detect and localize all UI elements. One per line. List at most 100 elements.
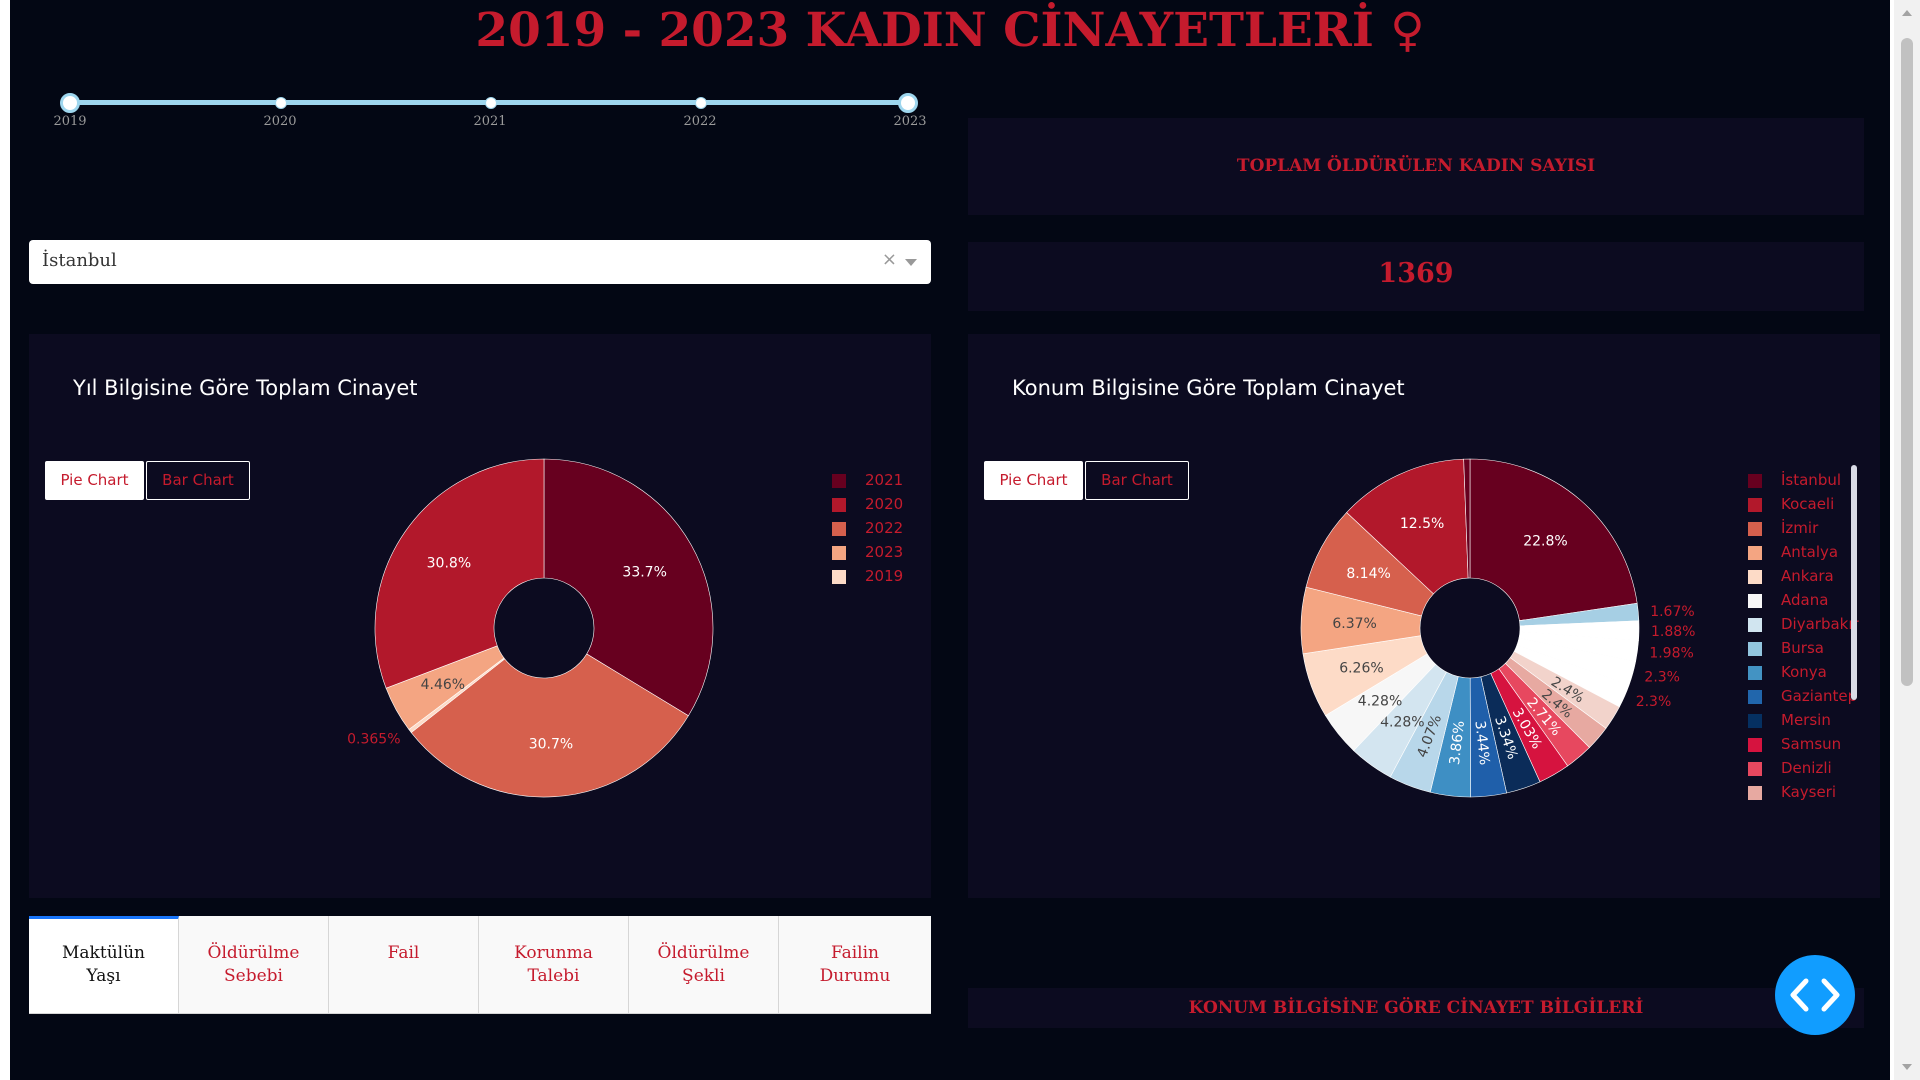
total-killed-value-card: 1369 bbox=[968, 242, 1864, 311]
slider-mark-2022[interactable]: 2022 bbox=[683, 114, 716, 129]
pie-value-label: 6.26% bbox=[1339, 660, 1383, 676]
legend-swatch bbox=[1748, 498, 1762, 512]
legend-swatch bbox=[832, 498, 846, 512]
legend-label: Konya bbox=[1781, 663, 1827, 681]
legend-swatch bbox=[1748, 594, 1762, 608]
legend-swatch bbox=[1748, 714, 1762, 728]
year-range-slider[interactable]: 2019 2020 2021 2022 2023 bbox=[53, 92, 927, 132]
tab-label-line: Fail bbox=[387, 943, 420, 963]
legend-swatch bbox=[1748, 474, 1762, 488]
legend-label: İzmir bbox=[1781, 519, 1819, 537]
legend-swatch bbox=[1748, 570, 1762, 584]
total-killed-value: 1369 bbox=[1378, 258, 1454, 289]
pie-value-label: 1.98% bbox=[1649, 646, 1693, 662]
legend-label: Kocaeli bbox=[1781, 495, 1835, 513]
slider-handle-end[interactable] bbox=[898, 93, 918, 113]
tab-perpetrator-status[interactable]: Failin Durumu bbox=[779, 916, 931, 1014]
legend-swatch bbox=[832, 546, 846, 560]
legend-label: Mersin bbox=[1781, 711, 1831, 729]
tab-label-line: Öldürülme bbox=[207, 943, 300, 963]
detail-tabs: Maktülün Yaşı Öldürülme Sebebi Fail Koru… bbox=[29, 916, 931, 1014]
legend-label: Samsun bbox=[1781, 735, 1842, 753]
tab-kill-reason[interactable]: Öldürülme Sebebi bbox=[179, 916, 329, 1014]
tab-victim-age[interactable]: Maktülün Yaşı bbox=[29, 916, 179, 1014]
tab-label-line: Talebi bbox=[527, 966, 580, 986]
tab-label-line: Yaşı bbox=[86, 966, 121, 986]
tab-label-line: Korunma bbox=[514, 943, 593, 963]
legend-swatch bbox=[1748, 642, 1762, 656]
chevron-down-icon[interactable] bbox=[905, 259, 917, 266]
page-scrollbar[interactable] bbox=[1894, 0, 1920, 1080]
city-dropdown-value[interactable]: İstanbul bbox=[42, 250, 117, 271]
legend-swatch bbox=[1748, 690, 1762, 704]
legend-swatch bbox=[1748, 762, 1762, 776]
slider-dot-2022[interactable] bbox=[695, 97, 707, 109]
code-toggle-button[interactable] bbox=[1775, 955, 1855, 1035]
location-chart-panel: Konum Bilgisine Göre Toplam Cinayet Pie … bbox=[968, 334, 1880, 898]
legend-swatch bbox=[1748, 546, 1762, 560]
legend-swatch bbox=[832, 522, 846, 536]
tab-label-line: Durumu bbox=[819, 966, 891, 986]
slider-mark-2019[interactable]: 2019 bbox=[53, 114, 86, 129]
slider-mark-2023[interactable]: 2023 bbox=[893, 114, 926, 129]
tab-label-line: Failin bbox=[830, 943, 880, 963]
legend-swatch bbox=[1748, 618, 1762, 632]
tab-label-line: Öldürülme bbox=[657, 943, 750, 963]
tab-kill-method[interactable]: Öldürülme Şekli bbox=[629, 916, 779, 1014]
pie-value-label: 12.5% bbox=[1400, 516, 1444, 532]
year-chart-panel: Yıl Bilgisine Göre Toplam Cinayet Pie Ch… bbox=[29, 334, 931, 898]
clear-icon[interactable]: × bbox=[882, 249, 897, 270]
slider-dot-2020[interactable] bbox=[275, 97, 287, 109]
legend-swatch bbox=[832, 474, 846, 488]
page-title: 2019 - 2023 KADIN CİNAYETLERİ ♀ bbox=[475, 3, 1425, 58]
tab-label-line: Maktülün bbox=[62, 943, 145, 963]
scroll-up-arrow-icon[interactable] bbox=[1902, 10, 1912, 16]
year-pie-chart[interactable]: 33.7% 30.7% 0.365% 4.46% 30.8% bbox=[29, 334, 931, 898]
total-killed-label: TOPLAM ÖLDÜRÜLEN KADIN SAYISI bbox=[1236, 156, 1596, 176]
legend-label: 2022 bbox=[865, 519, 904, 537]
location-pie-chart[interactable]: 22.8%1.67%1.88%1.98%2.3%2.3%2.4%2.4%2.71… bbox=[968, 334, 1880, 898]
legend-scrollbar[interactable] bbox=[1851, 465, 1857, 700]
tab-label-line: Sebebi bbox=[224, 966, 283, 986]
slider-dot-2021[interactable] bbox=[485, 97, 497, 109]
scroll-down-arrow-icon[interactable] bbox=[1902, 1064, 1912, 1070]
pie-slice-2020[interactable] bbox=[374, 458, 545, 689]
legend-label: Denizli bbox=[1781, 759, 1832, 777]
code-brackets-icon bbox=[1790, 978, 1840, 1012]
pie-value-label: 4.28% bbox=[1380, 715, 1424, 731]
city-dropdown[interactable]: İstanbul × bbox=[29, 240, 931, 284]
pie-value-label: 30.7% bbox=[529, 736, 573, 752]
scrollbar-thumb[interactable] bbox=[1901, 38, 1913, 686]
pie-value-label: 30.8% bbox=[427, 555, 471, 571]
location-details-header: KONUM BİLGİSİNE GÖRE CİNAYET BİLGİLERİ bbox=[968, 988, 1864, 1028]
legend-label: 2023 bbox=[865, 543, 904, 561]
legend-label: Antalya bbox=[1781, 543, 1839, 561]
legend-label: Kayseri bbox=[1781, 783, 1837, 801]
dashboard-app: 2019 - 2023 KADIN CİNAYETLERİ ♀ 2019 202… bbox=[10, 0, 1890, 1080]
pie-value-label: 8.14% bbox=[1346, 566, 1390, 582]
legend-label: 2021 bbox=[865, 471, 904, 489]
legend-swatch bbox=[832, 570, 846, 584]
legend-label: Bursa bbox=[1781, 639, 1824, 657]
pie-value-label: 22.8% bbox=[1523, 534, 1567, 550]
legend-swatch bbox=[1748, 522, 1762, 536]
legend-label: Gaziantep bbox=[1781, 687, 1858, 705]
legend-swatch bbox=[1748, 666, 1762, 680]
legend-label: Adana bbox=[1781, 591, 1829, 609]
slider-mark-2020[interactable]: 2020 bbox=[263, 114, 296, 129]
location-details-title: KONUM BİLGİSİNE GÖRE CİNAYET BİLGİLERİ bbox=[1188, 998, 1644, 1018]
pie-value-label: 6.37% bbox=[1332, 616, 1376, 632]
slider-handle-start[interactable] bbox=[60, 93, 80, 113]
tab-label-line: Şekli bbox=[682, 966, 725, 986]
slider-mark-2021[interactable]: 2021 bbox=[473, 114, 506, 129]
legend-label: Ankara bbox=[1781, 567, 1834, 585]
legend-label: Diyarbakır bbox=[1781, 615, 1859, 633]
pie-value-label: 1.88% bbox=[1651, 624, 1695, 640]
legend-label: İstanbul bbox=[1781, 471, 1842, 489]
legend-label: 2019 bbox=[865, 567, 904, 585]
tab-protection-request[interactable]: Korunma Talebi bbox=[479, 916, 629, 1014]
tab-perpetrator[interactable]: Fail bbox=[329, 916, 479, 1014]
total-killed-label-card: TOPLAM ÖLDÜRÜLEN KADIN SAYISI bbox=[968, 118, 1864, 215]
pie-value-label: 4.28% bbox=[1358, 693, 1402, 709]
pie-value-label: 4.46% bbox=[421, 677, 465, 693]
